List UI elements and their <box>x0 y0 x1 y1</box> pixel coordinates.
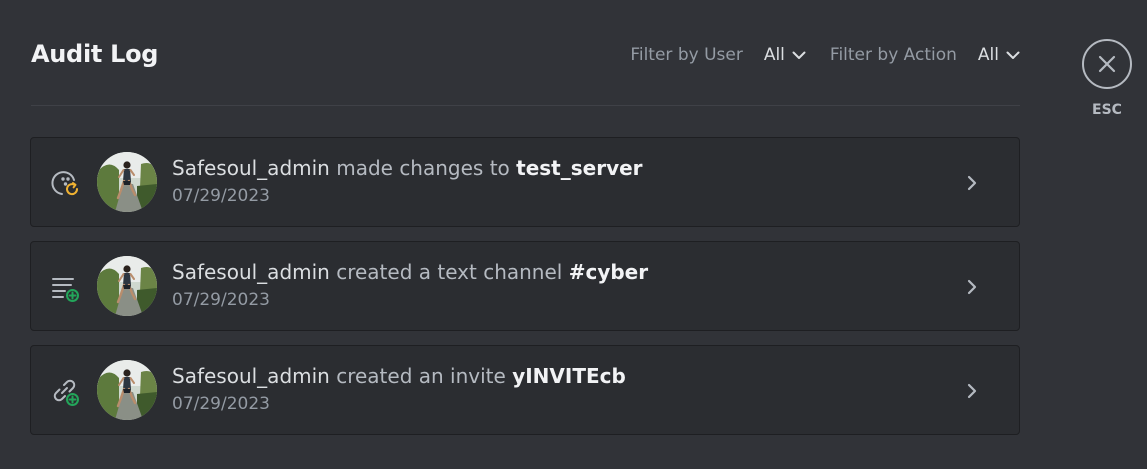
entry-user[interactable]: Safesoul_admin <box>172 156 330 180</box>
runner-avatar-image <box>97 152 157 212</box>
avatar[interactable] <box>97 360 157 420</box>
audit-log-entry[interactable]: Safesoul_admin created a text channel #c… <box>30 241 1020 331</box>
avatar[interactable] <box>97 256 157 316</box>
entry-target: test_server <box>516 156 643 180</box>
entry-action: made changes to <box>336 156 510 180</box>
entry-date: 07/29/2023 <box>172 290 270 310</box>
entry-date: 07/29/2023 <box>172 186 270 206</box>
close-icon <box>1098 55 1116 73</box>
chevron-right-icon <box>967 279 977 295</box>
entry-user[interactable]: Safesoul_admin <box>172 260 330 284</box>
filter-bar: Filter by User All Filter by Action All <box>630 45 1020 65</box>
filter-user-dropdown[interactable]: All <box>764 45 806 65</box>
server-update-icon <box>51 171 79 196</box>
close-circle[interactable] <box>1082 39 1132 89</box>
entry-date: 07/29/2023 <box>172 394 270 414</box>
audit-log-entry[interactable]: Safesoul_admin created an invite yINVITE… <box>30 345 1020 435</box>
page-title: Audit Log <box>31 40 159 68</box>
esc-label: ESC <box>1092 102 1122 118</box>
header-divider <box>31 105 1020 106</box>
entry-description: Safesoul_admin created an invite yINVITE… <box>172 364 626 388</box>
entry-description: Safesoul_admin created a text channel #c… <box>172 260 648 284</box>
entry-description: Safesoul_admin made changes to test_serv… <box>172 156 643 180</box>
runner-avatar-image <box>97 256 157 316</box>
entry-action: created an invite <box>336 364 506 388</box>
audit-log-entry[interactable]: Safesoul_admin made changes to test_serv… <box>30 137 1020 227</box>
channel-create-icon <box>52 278 79 302</box>
entry-action: created a text channel <box>336 260 563 284</box>
filter-action-value: All <box>977 45 999 65</box>
close-button[interactable]: ESC <box>1080 39 1134 118</box>
chevron-down-icon <box>1006 51 1020 59</box>
filter-user-label: Filter by User <box>630 45 743 65</box>
avatar[interactable] <box>97 152 157 212</box>
audit-log-list: Safesoul_admin made changes to test_serv… <box>30 137 1020 449</box>
entry-target: #cyber <box>568 260 649 284</box>
filter-action-label: Filter by Action <box>829 45 957 65</box>
entry-user[interactable]: Safesoul_admin <box>172 364 330 388</box>
filter-action-dropdown[interactable]: All <box>978 45 1020 65</box>
filter-user-value: All <box>763 45 785 65</box>
audit-log-page: Audit Log Filter by User All Filter by A… <box>0 0 1147 469</box>
chevron-right-icon <box>967 175 977 191</box>
chevron-right-icon <box>967 383 977 399</box>
invite-create-icon <box>53 379 79 406</box>
chevron-down-icon <box>792 51 806 59</box>
entry-target: yINVITEcb <box>512 364 626 388</box>
runner-avatar-image <box>97 360 157 420</box>
